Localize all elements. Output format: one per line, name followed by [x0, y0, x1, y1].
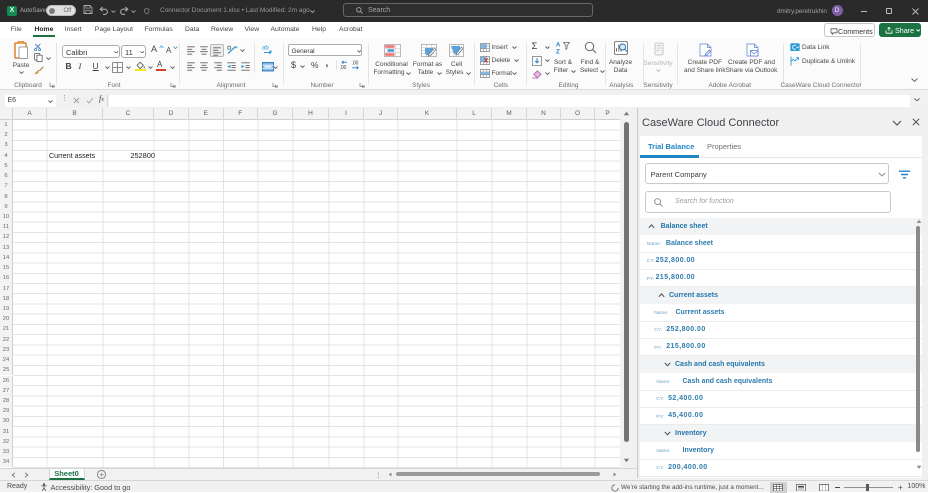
svg-text:.00: .00	[340, 65, 347, 70]
svg-text:ab: ab	[262, 46, 269, 52]
svg-text:A: A	[556, 43, 561, 49]
svg-text:Z: Z	[556, 50, 560, 55]
svg-text:.00: .00	[352, 61, 359, 67]
